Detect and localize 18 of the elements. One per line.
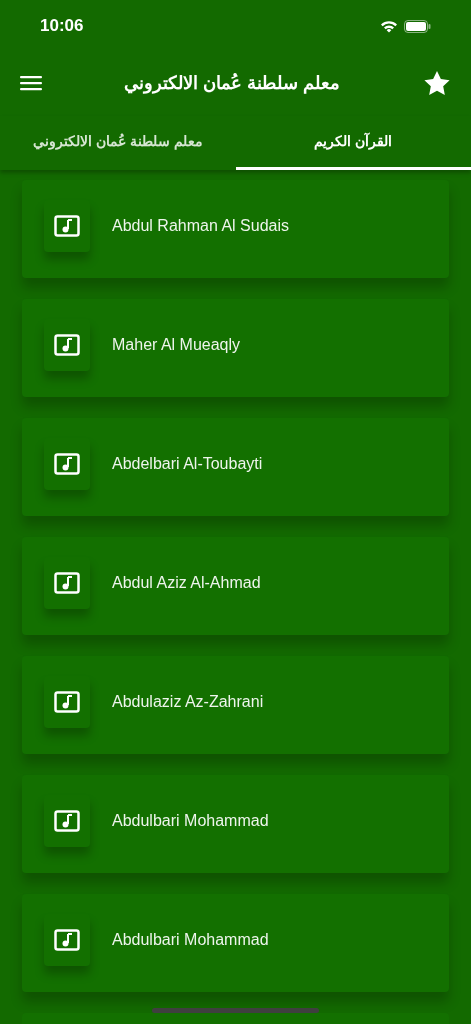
- reciter-name: Abdulbari Mohammad: [112, 811, 269, 831]
- reciter-name: Abdulbari Mohammad: [112, 930, 269, 950]
- reciter-card[interactable]: Abdul Rahman Al Sudais: [22, 180, 449, 278]
- reciter-name: Abdul Aziz Al-Ahmad: [112, 573, 261, 593]
- app-title: معلم سلطنة عُمان الالكتروني: [124, 71, 341, 96]
- tab[interactable]: القرآن الكريم: [235, 116, 471, 170]
- status-time: 10:06: [40, 15, 84, 38]
- reciter-card[interactable]: Abdulbari Mohammad: [22, 894, 449, 992]
- reciter-card[interactable]: Abdelbari Al-Toubayti: [22, 418, 449, 516]
- reciter-card[interactable]: Maher Al Mueaqly: [22, 299, 449, 397]
- reciter-name: Abdul Rahman Al Sudais: [112, 216, 289, 236]
- reciter-name: Abdelbari Al-Toubayti: [112, 454, 263, 474]
- reciter-card[interactable]: Abdulaziz Az-Zahrani: [22, 656, 449, 754]
- reciter-name: Maher Al Mueaqly: [112, 335, 241, 355]
- reciter-card[interactable]: Abdulbari Mohammad: [22, 775, 449, 873]
- reciter-card[interactable]: Abdul Aziz Al-Ahmad: [22, 537, 449, 635]
- tab[interactable]: معلم سلطنة عُمان الالكتروني: [0, 116, 236, 170]
- reciter-name: Abdulaziz Az-Zahrani: [112, 692, 264, 712]
